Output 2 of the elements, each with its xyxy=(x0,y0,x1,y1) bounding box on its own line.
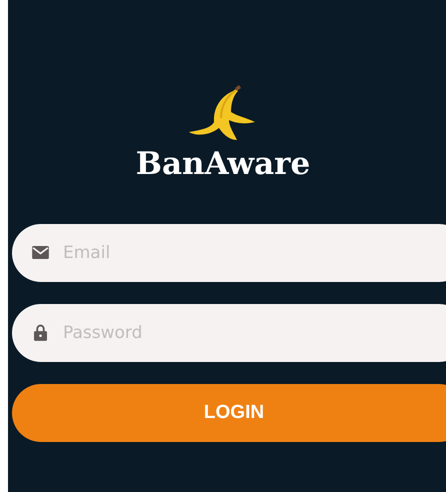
app-title: BanAware xyxy=(136,146,310,182)
login-button[interactable]: LOGIN xyxy=(12,384,446,442)
